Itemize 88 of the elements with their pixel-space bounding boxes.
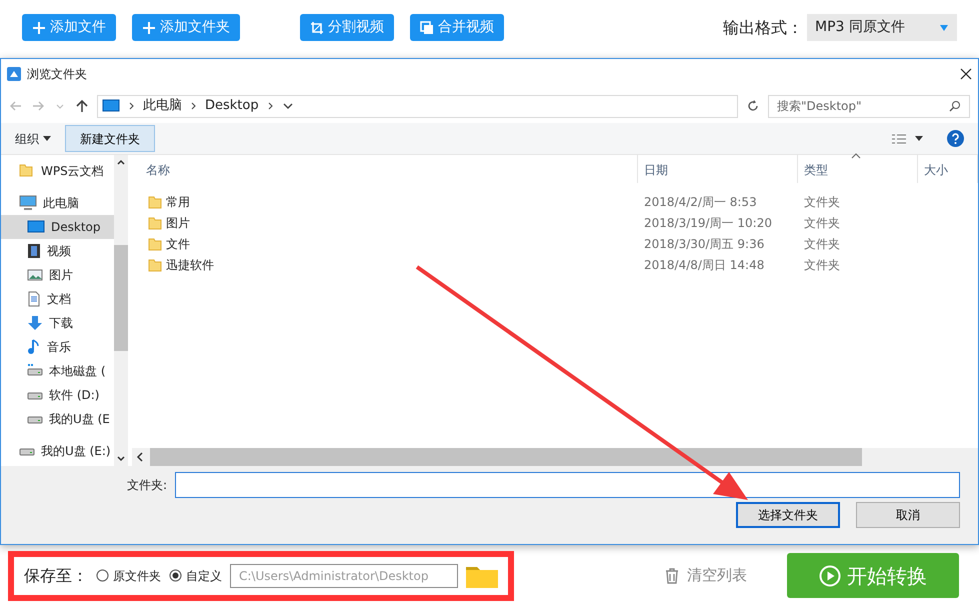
radio-option[interactable]: 原文件夹 [96,566,161,584]
sidebar-item[interactable]: 视频 [1,239,114,263]
dropdown-arrow-icon [939,24,949,32]
film-icon [27,243,41,259]
dialog-button[interactable]: 选择文件夹 [736,502,840,528]
column-header[interactable]: 大小 [918,155,978,183]
vertical-scrollbar[interactable] [114,155,128,466]
folder-label: 文件夹: [127,477,168,494]
sidebar-item[interactable]: WPS云文档 [1,159,114,183]
column-header[interactable]: 名称 [132,155,638,183]
computer-icon [19,195,37,211]
trash-icon [665,568,679,584]
caret-icon [915,136,923,142]
document-icon [27,291,41,307]
sidebar-item[interactable]: 图片 [1,263,114,287]
new-folder-button[interactable]: 新建文件夹 [65,125,155,152]
help-button[interactable] [947,130,964,147]
search-icon [949,100,961,112]
organize-menu[interactable]: 组织 [15,130,51,148]
file-name[interactable]: 常用 [166,192,190,210]
output-format-label: 输出格式： [723,16,803,38]
horizontal-scrollbar[interactable] [132,448,978,466]
chevron-right-icon [190,101,197,111]
music-note-icon [27,339,41,355]
format-dropdown[interactable]: MP3 同原文件 [807,14,957,41]
sidebar-item[interactable]: 软件 (D:) [1,383,114,407]
file-name[interactable]: 文件 [166,234,190,252]
scrollbar-thumb[interactable] [114,245,128,351]
crop-icon [310,20,324,34]
sidebar-item[interactable]: Desktop [1,215,114,239]
sidebar-item[interactable]: 我的U盘 (E:) [1,439,114,463]
copy-icon [420,20,434,34]
file-type: 文件夹 [803,214,840,232]
file-name[interactable]: 迅捷软件 [166,256,214,274]
sidebar-item[interactable]: 文档 [1,287,114,311]
folder-icon [19,163,35,179]
file-date: 2018/4/8/周日 14:48 [643,256,766,274]
down-arrow-icon [27,315,43,331]
forward-arrow-icon [31,99,45,113]
sidebar-item[interactable]: 下载 [1,311,114,335]
sidebar-item[interactable]: 本地磁盘 ( [1,359,114,383]
sidebar-item[interactable]: 音乐 [1,335,114,359]
address-bar[interactable]: 此电脑 Desktop [97,94,738,118]
plus-icon [142,20,156,34]
search-field[interactable]: 搜索"Desktop" [768,94,970,118]
file-date: 2018/4/2/周一 8:53 [643,194,758,210]
monitor-icon [102,99,120,113]
help-icon [947,130,964,147]
play-circle-icon [819,564,841,586]
folder-icon [148,258,162,272]
clear-list-button[interactable]: 清空列表 [665,564,747,587]
scrollbar-thumb[interactable] [150,448,862,466]
folder-icon [148,236,162,250]
breadcrumb-item[interactable]: 此电脑 [143,96,182,116]
monitor-icon [27,219,45,235]
chevron-right-icon [128,101,135,111]
refresh-icon [746,99,760,113]
breadcrumb-item[interactable]: Desktop [205,96,259,116]
dialog-button[interactable]: 取消 [856,502,960,528]
column-header[interactable]: 类型 [798,155,918,183]
app-icon [7,67,21,81]
dialog-title: 浏览文件夹 [27,66,87,83]
picture-icon [27,268,43,282]
view-options-button[interactable] [891,132,923,144]
file-name[interactable]: 图片 [166,214,190,232]
caret-icon [43,136,51,142]
sort-caret-icon [851,153,861,159]
plus-icon [32,20,46,34]
folder-icon [148,216,162,230]
folder-input[interactable] [175,472,960,498]
back-arrow-icon [9,99,23,113]
up-arrow-icon [75,99,89,113]
list-view-icon [891,132,907,144]
file-date: 2018/3/30/周五 9:36 [643,236,766,252]
sidebar-item[interactable]: 我的U盘 (E [1,407,114,431]
search-placeholder: 搜索"Desktop" [777,98,862,115]
file-type: 文件夹 [803,256,840,274]
save-to-label: 保存至： [24,564,88,586]
file-type: 文件夹 [803,236,840,252]
close-button[interactable] [960,68,972,80]
column-header[interactable]: 日期 [638,155,798,183]
radio-option[interactable]: 自定义 [169,566,222,584]
file-type: 文件夹 [803,194,840,210]
chevron-right-icon [266,101,274,111]
file-date: 2018/3/19/周一 10:20 [643,214,773,232]
close-icon [960,68,972,80]
sidebar-item[interactable]: 此电脑 [1,191,114,215]
folder-icon [148,194,162,208]
